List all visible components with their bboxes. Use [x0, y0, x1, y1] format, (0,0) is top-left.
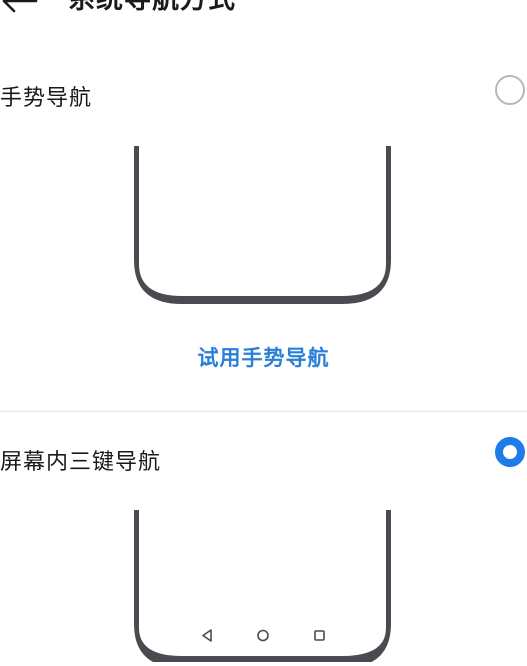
recents-square-icon	[314, 630, 325, 641]
back-arrow-icon	[2, 0, 38, 13]
gesture-radio-button[interactable]	[495, 75, 525, 105]
section-divider	[0, 411, 527, 412]
three-key-preview	[0, 508, 527, 666]
option-gesture-label: 手势导航	[0, 86, 93, 111]
page-title: 系统导航方式	[68, 0, 236, 18]
home-circle-icon	[257, 629, 269, 642]
three-key-phone-illustration	[134, 510, 391, 666]
gesture-phone-illustration	[134, 146, 391, 304]
back-triangle-icon	[202, 629, 212, 642]
option-gesture-nav[interactable]: 手势导航	[0, 72, 527, 120]
option-three-key-label: 屏幕内三键导航	[0, 450, 162, 475]
back-button[interactable]	[0, 0, 44, 16]
gesture-preview	[0, 144, 527, 309]
app-header: 系统导航方式	[0, 0, 527, 26]
three-key-radio-button[interactable]	[495, 437, 525, 467]
option-three-key-nav[interactable]: 屏幕内三键导航	[0, 436, 527, 484]
try-gesture-nav-link[interactable]: 试用手势导航	[0, 342, 527, 372]
